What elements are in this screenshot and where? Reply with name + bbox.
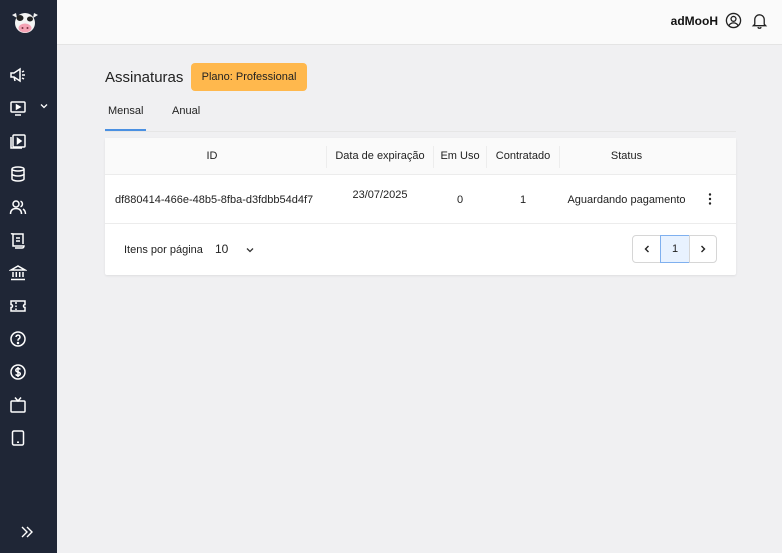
monitor-play-icon[interactable]: [9, 99, 27, 117]
chevron-right-icon: [701, 245, 706, 253]
tabs-divider: [105, 131, 736, 132]
cow-logo-icon[interactable]: [9, 8, 41, 36]
ticket-icon[interactable]: [9, 297, 27, 315]
active-tab-indicator: [105, 129, 146, 131]
help-icon[interactable]: [9, 330, 27, 348]
column-header-contracted: Contratado: [495, 150, 551, 162]
chevron-left-icon: [644, 245, 649, 253]
bank-icon[interactable]: [9, 264, 27, 282]
previous-page-button[interactable]: [632, 235, 661, 263]
tablet-icon[interactable]: [9, 429, 27, 447]
cell-contracted: 1: [519, 194, 527, 206]
bell-icon[interactable]: [751, 12, 768, 29]
more-options-icon[interactable]: [706, 192, 714, 206]
expand-sidebar-icon[interactable]: [19, 524, 35, 540]
column-header-id: ID: [206, 150, 218, 162]
scroll-icon[interactable]: [9, 231, 27, 249]
page-1-button[interactable]: 1: [660, 235, 690, 263]
playlist-icon[interactable]: [9, 132, 27, 150]
user-circle-icon[interactable]: [725, 12, 742, 29]
cell-in-use: 0: [456, 194, 464, 206]
chevron-down-icon[interactable]: [39, 101, 49, 111]
column-header-in-use: Em Uso: [440, 150, 480, 162]
column-header-status: Status: [610, 150, 643, 162]
megaphone-icon[interactable]: [9, 66, 27, 84]
page-title: Assinaturas: [105, 69, 184, 86]
cell-status: Aguardando pagamento: [567, 194, 686, 206]
cell-id: df880414-466e-48b5-8fba-d3fdbb54d4f7: [115, 194, 314, 206]
users-icon[interactable]: [9, 198, 27, 216]
tab-mensal[interactable]: Mensal: [108, 105, 143, 117]
tab-anual[interactable]: Anual: [172, 105, 200, 117]
page-size-select[interactable]: 10: [215, 242, 228, 256]
cell-expiration: 23/07/2025: [352, 189, 408, 201]
chevron-down-icon[interactable]: [245, 245, 255, 255]
table-header: ID Data de expiração Em Uso Contratado S…: [105, 138, 736, 175]
subscriptions-table: ID Data de expiração Em Uso Contratado S…: [105, 138, 736, 275]
items-per-page-label: Itens por página: [124, 244, 203, 256]
plan-badge[interactable]: Plano: Professional: [191, 63, 307, 91]
next-page-button[interactable]: [689, 235, 717, 263]
tv-icon[interactable]: [9, 396, 27, 414]
top-bar: adMooH: [57, 0, 782, 45]
column-header-expiration: Data de expiração: [335, 150, 425, 162]
database-icon[interactable]: [9, 165, 27, 183]
user-name: adMooH: [670, 14, 718, 28]
table-row[interactable]: df880414-466e-48b5-8fba-d3fdbb54d4f7 23/…: [105, 175, 736, 224]
sidebar: [0, 0, 57, 553]
dollar-icon[interactable]: [9, 363, 27, 381]
